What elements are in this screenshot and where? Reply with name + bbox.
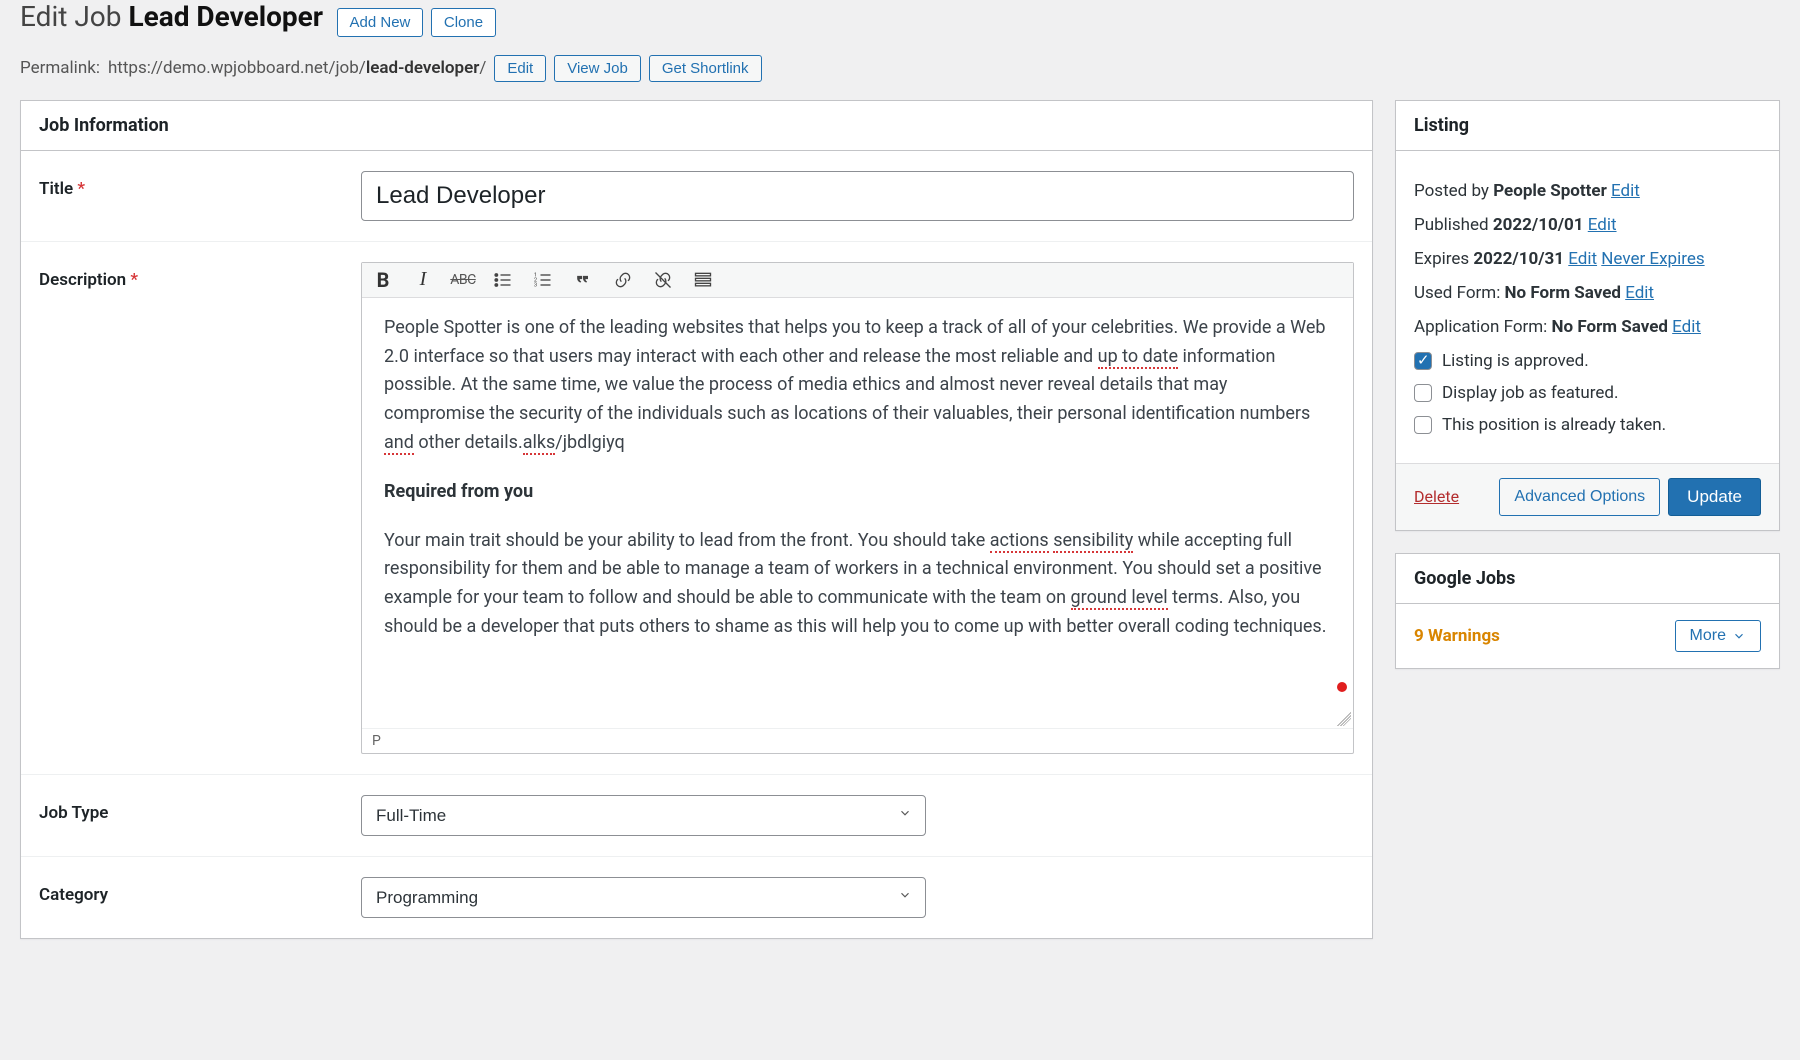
display-featured-input[interactable] — [1414, 384, 1432, 402]
editor-subheading: Required from you — [384, 478, 1331, 507]
editor-text: actions — [990, 530, 1049, 553]
page-title-prefix: Edit Job — [20, 0, 122, 33]
listing-approved-label: Listing is approved. — [1442, 351, 1589, 371]
listing-approved-checkbox[interactable]: Listing is approved. — [1414, 351, 1761, 371]
position-taken-label: This position is already taken. — [1442, 415, 1666, 435]
listing-box: Listing Posted by People Spotter Edit Pu… — [1395, 100, 1780, 531]
permalink-base: https://demo.wpjobboard.net/job/ — [108, 58, 366, 78]
google-jobs-header: Google Jobs — [1396, 554, 1779, 604]
permalink-slug: lead-developer — [366, 58, 480, 78]
posted-by-edit-link[interactable]: Edit — [1611, 181, 1640, 201]
quote-icon[interactable] — [572, 269, 594, 291]
italic-icon[interactable]: I — [412, 269, 434, 291]
description-label: Description * — [21, 241, 361, 774]
google-jobs-more-button[interactable]: More — [1675, 620, 1761, 652]
status-dot-icon — [1337, 682, 1347, 692]
expires-edit-link[interactable]: Edit — [1568, 249, 1597, 269]
unlink-icon[interactable] — [652, 269, 674, 291]
link-icon[interactable] — [612, 269, 634, 291]
editor-text: other details. — [414, 432, 523, 453]
editor-text: /jbdlgiyq — [555, 432, 625, 453]
used-form-edit-link[interactable]: Edit — [1625, 283, 1654, 303]
title-input[interactable] — [361, 171, 1354, 221]
published-label: Published — [1414, 215, 1489, 235]
permalink-slash: / — [479, 58, 486, 78]
add-new-button[interactable]: Add New — [337, 8, 424, 37]
display-featured-checkbox[interactable]: Display job as featured. — [1414, 383, 1761, 403]
page-title-name: Lead Developer — [128, 0, 323, 33]
expires-value: 2022/10/31 — [1473, 249, 1564, 269]
posted-by-value: People Spotter — [1493, 181, 1607, 201]
delete-link[interactable]: Delete — [1414, 487, 1459, 506]
editor-text: sensibility — [1053, 530, 1133, 553]
google-jobs-warnings: 9 Warnings — [1414, 626, 1500, 646]
page-title: Edit Job Lead Developer — [20, 0, 323, 33]
bold-icon[interactable]: B — [372, 269, 394, 291]
chevron-down-icon — [1732, 629, 1746, 643]
published-value: 2022/10/01 — [1493, 215, 1584, 235]
category-label: Category — [21, 856, 361, 938]
google-jobs-box: Google Jobs 9 Warnings More — [1395, 553, 1780, 669]
application-form-edit-link[interactable]: Edit — [1672, 317, 1701, 337]
clone-button[interactable]: Clone — [431, 8, 496, 37]
permalink-row: Permalink: https://demo.wpjobboard.net/j… — [20, 55, 1780, 82]
editor-element-path: P — [372, 733, 381, 749]
published-edit-link[interactable]: Edit — [1588, 215, 1617, 235]
editor-content[interactable]: People Spotter is one of the leading web… — [362, 298, 1353, 728]
kitchen-sink-icon[interactable] — [692, 269, 714, 291]
view-job-button[interactable]: View Job — [554, 55, 641, 82]
advanced-options-button[interactable]: Advanced Options — [1499, 478, 1660, 516]
title-label: Title * — [21, 151, 361, 242]
job-type-label: Job Type — [21, 774, 361, 856]
editor-text: and — [384, 432, 414, 455]
category-select[interactable]: Programming — [361, 877, 926, 918]
posted-by-label: Posted by — [1414, 181, 1489, 201]
resize-handle[interactable] — [1337, 712, 1351, 726]
job-type-select[interactable]: Full-Time — [361, 795, 926, 836]
editor-text: ground level — [1071, 587, 1168, 610]
position-taken-input[interactable] — [1414, 416, 1432, 434]
never-expires-link[interactable]: Never Expires — [1601, 249, 1704, 269]
position-taken-checkbox[interactable]: This position is already taken. — [1414, 415, 1761, 435]
get-shortlink-button[interactable]: Get Shortlink — [649, 55, 762, 82]
editor-text: alks — [523, 432, 556, 455]
update-button[interactable]: Update — [1668, 478, 1761, 516]
bulleted-list-icon[interactable] — [492, 269, 514, 291]
application-form-label: Application Form: — [1414, 317, 1547, 337]
listing-approved-input[interactable] — [1414, 352, 1432, 370]
expires-label: Expires — [1414, 249, 1469, 269]
strikethrough-icon[interactable]: ABC — [452, 269, 474, 291]
editor-toolbar: B I ABC 123 — [362, 263, 1353, 298]
permalink-label: Permalink: — [20, 58, 100, 78]
numbered-list-icon[interactable]: 123 — [532, 269, 554, 291]
display-featured-label: Display job as featured. — [1442, 383, 1618, 403]
description-editor: B I ABC 123 — [361, 262, 1354, 754]
editor-text: up to date — [1098, 346, 1178, 369]
listing-header: Listing — [1396, 101, 1779, 151]
editor-text: Your main trait should be your ability t… — [384, 530, 990, 551]
permalink-edit-button[interactable]: Edit — [494, 55, 546, 82]
used-form-label: Used Form: — [1414, 283, 1500, 303]
job-information-header: Job Information — [21, 101, 1372, 151]
svg-text:3: 3 — [534, 282, 537, 288]
job-information-box: Job Information Title * Description * — [20, 100, 1373, 939]
editor-footer: P — [362, 728, 1353, 753]
more-label: More — [1690, 627, 1726, 645]
permalink-url: https://demo.wpjobboard.net/job/lead-dev… — [108, 58, 486, 78]
application-form-value: No Form Saved — [1552, 317, 1668, 337]
used-form-value: No Form Saved — [1505, 283, 1621, 303]
